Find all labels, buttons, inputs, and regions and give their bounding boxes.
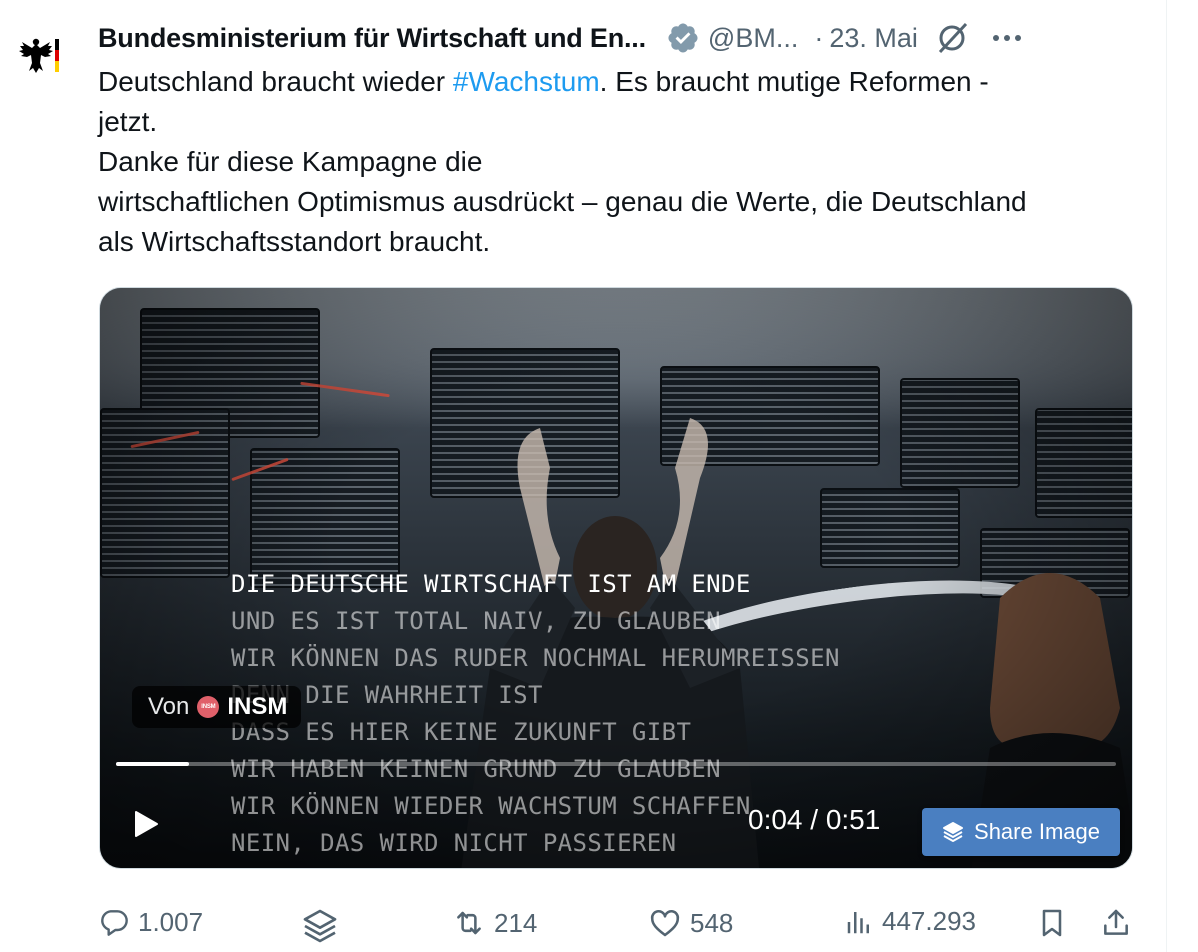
share-image-button[interactable]: Share Image — [922, 808, 1120, 856]
hashtag-link[interactable]: #Wachstum — [453, 66, 600, 97]
tweet-text-line: wirtschaftlichen Optimismus ausdrückt – … — [98, 186, 1027, 217]
tweet-text-line: Deutschland braucht wieder #Wachstum. Es… — [98, 62, 1148, 102]
share-image-label: Share Image — [974, 819, 1100, 844]
source-prefix: Von — [148, 693, 190, 720]
source-name: INSM — [227, 693, 288, 720]
stack-icon — [303, 909, 337, 943]
verified-badge-icon[interactable] — [666, 21, 700, 55]
caption-line: WIR HABEN KEINEN GRUND ZU GLAUBEN — [231, 755, 722, 783]
caption-line: DIE DEUTSCHE WIRTSCHAFT IST AM ENDE — [231, 570, 751, 598]
views-button[interactable]: 447.293 — [844, 906, 976, 937]
timeline-divider — [1166, 0, 1167, 952]
play-button[interactable] — [128, 806, 164, 842]
bookmark-icon — [1042, 909, 1062, 937]
tweet-text-segment: Deutschland braucht wieder — [98, 66, 453, 97]
reply-count: 1.007 — [138, 906, 204, 937]
caption-line: WIR KÖNNEN DAS RUDER NOCHMAL HERUMREISSE… — [231, 644, 840, 672]
insm-logo-icon: INSM — [197, 696, 220, 718]
tweet-text-segment: . Es braucht mutige Reformen - — [599, 66, 989, 97]
share-button[interactable] — [1100, 906, 1132, 940]
views-icon — [847, 911, 869, 933]
caption-line: DASS ES HIER KEINE ZUKUNFT GIBT — [231, 718, 692, 746]
video-progress-bar[interactable] — [116, 762, 1116, 766]
tweet-text-line: als Wirtschaftsstandort braucht. — [98, 226, 491, 257]
tweet-text-line: Danke für diese Kampagne die — [98, 146, 483, 177]
grok-icon[interactable] — [934, 20, 970, 56]
video-player[interactable]: DIE DEUTSCHE WIRTSCHAFT IST AM ENDE UND … — [99, 287, 1133, 869]
like-button[interactable]: 548 — [648, 906, 733, 940]
reply-icon — [101, 910, 128, 936]
share-icon — [1104, 909, 1128, 935]
avatar[interactable] — [14, 30, 66, 82]
date-separator: · — [814, 22, 824, 53]
bookmark-button[interactable] — [1036, 906, 1068, 940]
repost-button[interactable]: 214 — [452, 906, 537, 940]
video-source-pill[interactable]: Von INSM INSM — [132, 686, 302, 728]
author-name[interactable]: Bundesministerium für Wirtschaft und En.… — [98, 23, 646, 54]
repost-icon — [457, 911, 481, 935]
caption-line: UND ES IST TOTAL NAIV, ZU GLAUBEN — [231, 607, 722, 635]
play-icon — [135, 811, 158, 837]
layers-button[interactable] — [300, 906, 340, 946]
tweet-text: Deutschland braucht wieder #Wachstum. Es… — [98, 62, 1148, 262]
like-count: 548 — [690, 907, 734, 938]
author-handle[interactable]: @BM... — [708, 23, 798, 54]
tweet-actions: 1.007 214 548 447.293 — [98, 902, 1148, 952]
caption-line: DENN DIE WAHRHEIT IST — [231, 681, 543, 709]
video-progress-fill — [116, 762, 189, 766]
tweet-date[interactable]: 23. Mai — [829, 23, 918, 54]
tweet-header: Bundesministerium für Wirtschaft und En.… — [98, 18, 1138, 58]
federal-eagle-icon — [19, 38, 59, 73]
tweet-text-line: jetzt. — [98, 106, 158, 137]
heart-icon — [650, 910, 680, 937]
reply-button[interactable]: 1.007 — [98, 906, 203, 938]
layers-icon — [943, 822, 964, 842]
views-count: 447.293 — [882, 906, 976, 936]
repost-count: 214 — [494, 907, 538, 938]
video-time: 0:04 / 0:51 — [748, 804, 881, 835]
more-options-icon[interactable] — [992, 23, 1022, 53]
